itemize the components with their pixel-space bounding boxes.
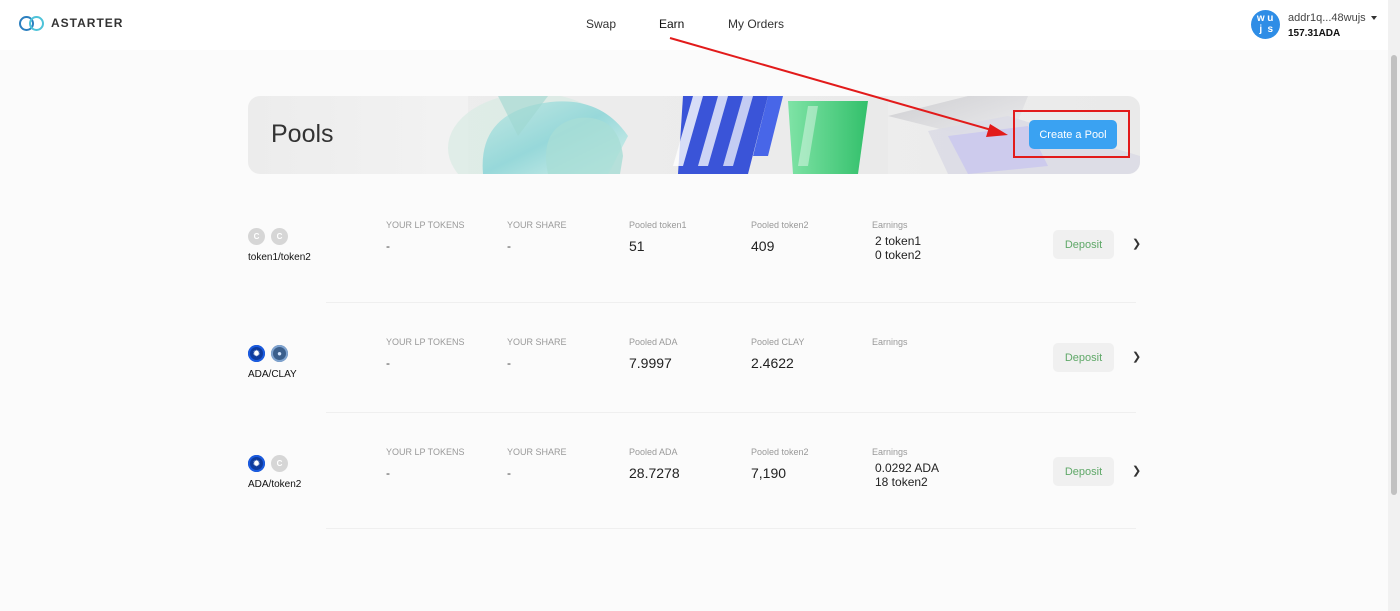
pooled2-col: Pooled token2 409 xyxy=(751,220,809,254)
share-label: YOUR SHARE xyxy=(507,337,567,347)
account-menu[interactable]: w u j s addr1q...48wujs 157.31ADA xyxy=(1251,10,1377,42)
scrollbar-thumb[interactable] xyxy=(1391,55,1397,495)
pool-row: ✹ ● ADA/CLAY YOUR LP TOKENS - YOUR SHARE… xyxy=(248,337,1141,417)
pooled1-label: Pooled ADA xyxy=(629,337,678,347)
lp-tokens-col: YOUR LP TOKENS - xyxy=(386,447,465,480)
lp-tokens-value: - xyxy=(386,466,390,480)
pooled1-value: 7.9997 xyxy=(629,355,672,371)
earnings-list: 2 token1 0 token2 xyxy=(872,234,921,262)
pooled1-col: Pooled ADA 28.7278 xyxy=(629,447,680,481)
share-col: YOUR SHARE - xyxy=(507,220,567,253)
share-col: YOUR SHARE - xyxy=(507,337,567,370)
chevron-right-icon[interactable]: ❯ xyxy=(1132,237,1141,250)
earnings-item: 0.0292 ADA xyxy=(875,461,940,475)
lp-tokens-value: - xyxy=(386,356,390,370)
lp-tokens-col: YOUR LP TOKENS - xyxy=(386,220,465,253)
pooled2-label: Pooled token2 xyxy=(751,220,809,230)
deposit-button[interactable]: Deposit xyxy=(1053,457,1114,486)
page-scrollbar[interactable] xyxy=(1388,0,1400,611)
wallet-balance: 157.31ADA xyxy=(1288,28,1341,39)
pool-row: C C token1/token2 YOUR LP TOKENS - YOUR … xyxy=(248,220,1141,300)
pooled2-col: Pooled CLAY 2.4622 xyxy=(751,337,804,371)
lp-tokens-label: YOUR LP TOKENS xyxy=(386,447,465,457)
pooled1-label: Pooled token1 xyxy=(629,220,687,230)
pair-icons: C C xyxy=(248,228,288,245)
chevron-right-icon[interactable]: ❯ xyxy=(1132,464,1141,477)
pooled1-col: Pooled token1 51 xyxy=(629,220,687,254)
row-divider xyxy=(326,412,1136,413)
earnings-label: Earnings xyxy=(872,447,908,457)
pooled1-col: Pooled ADA 7.9997 xyxy=(629,337,678,371)
pooled2-value: 409 xyxy=(751,238,775,254)
earnings-item: 0 token2 xyxy=(875,248,922,262)
earnings-label: Earnings xyxy=(872,220,908,230)
share-col: YOUR SHARE - xyxy=(507,447,567,480)
avatar-letter: s xyxy=(1267,23,1274,35)
pooled2-col: Pooled token2 7,190 xyxy=(751,447,809,481)
lp-tokens-value: - xyxy=(386,239,390,253)
earnings-item: 2 token1 xyxy=(875,234,922,248)
annotation-highlight-box xyxy=(1013,110,1130,158)
pool-pair-name: ADA/CLAY xyxy=(248,369,297,380)
nav-my-orders[interactable]: My Orders xyxy=(728,17,784,31)
brand-name: ASTARTER xyxy=(51,16,124,30)
earnings-list: 0.0292 ADA 18 token2 xyxy=(872,461,939,489)
share-value: - xyxy=(507,356,511,370)
avatar[interactable]: w u j s xyxy=(1251,10,1280,39)
token-generic-icon: C xyxy=(271,228,288,245)
nav-swap[interactable]: Swap xyxy=(586,17,616,31)
lp-tokens-label: YOUR LP TOKENS xyxy=(386,337,465,347)
pooled1-value: 28.7278 xyxy=(629,465,680,481)
pooled1-value: 51 xyxy=(629,238,645,254)
pool-row: ✹ C ADA/token2 YOUR LP TOKENS - YOUR SHA… xyxy=(248,447,1141,527)
pooled2-label: Pooled CLAY xyxy=(751,337,805,347)
pooled1-label: Pooled ADA xyxy=(629,447,678,457)
share-label: YOUR SHARE xyxy=(507,447,567,457)
pooled2-value: 7,190 xyxy=(751,465,787,481)
earnings-col: Earnings 2 token1 0 token2 xyxy=(872,220,921,262)
avatar-letter: u xyxy=(1267,13,1274,24)
banner-artwork-image xyxy=(448,96,1140,174)
page-title: Pools xyxy=(271,120,334,148)
pooled2-value: 2.4622 xyxy=(751,355,794,371)
share-value: - xyxy=(507,466,511,480)
share-value: - xyxy=(507,239,511,253)
ada-token-icon: ✹ xyxy=(248,345,265,362)
deposit-button[interactable]: Deposit xyxy=(1053,230,1114,259)
nav-earn[interactable]: Earn xyxy=(659,17,684,31)
lp-tokens-label: YOUR LP TOKENS xyxy=(386,220,465,230)
token-generic-icon: C xyxy=(271,455,288,472)
pair-icons: ✹ C xyxy=(248,455,288,472)
avatar-letter: w xyxy=(1256,13,1265,24)
ada-token-icon: ✹ xyxy=(248,455,265,472)
chevron-right-icon[interactable]: ❯ xyxy=(1132,350,1141,363)
top-header: ASTARTER Swap Earn My Orders w u j s add… xyxy=(0,0,1388,50)
earnings-col: Earnings 0.0292 ADA 18 token2 xyxy=(872,447,939,489)
pair-icons: ✹ ● xyxy=(248,345,288,362)
avatar-letter: j xyxy=(1259,23,1263,35)
deposit-button[interactable]: Deposit xyxy=(1053,343,1114,372)
earnings-col: Earnings xyxy=(872,337,908,347)
row-divider xyxy=(326,302,1136,303)
share-label: YOUR SHARE xyxy=(507,220,567,230)
row-divider xyxy=(326,528,1136,529)
earnings-item: 18 token2 xyxy=(875,475,928,489)
clay-token-icon: ● xyxy=(271,345,288,362)
pools-banner: Pools xyxy=(248,96,1140,174)
lp-tokens-col: YOUR LP TOKENS - xyxy=(386,337,465,370)
astarter-logo-icon xyxy=(19,14,47,32)
pool-pair-name: token1/token2 xyxy=(248,252,311,263)
pool-pair-name: ADA/token2 xyxy=(248,479,302,490)
caret-down-icon[interactable] xyxy=(1370,16,1377,21)
brand-logo[interactable]: ASTARTER xyxy=(19,14,123,32)
account-info[interactable]: addr1q...48wujs 157.31ADA xyxy=(1288,10,1377,42)
earnings-label: Earnings xyxy=(872,337,908,347)
wallet-address: addr1q...48wujs xyxy=(1288,12,1366,24)
pooled2-label: Pooled token2 xyxy=(751,447,809,457)
token-generic-icon: C xyxy=(248,228,265,245)
